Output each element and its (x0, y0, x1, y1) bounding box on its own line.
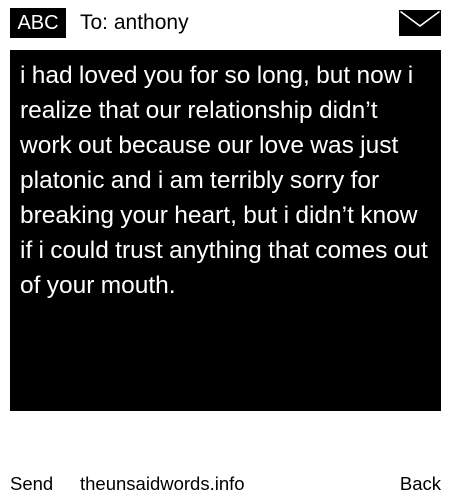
recipient-field[interactable]: To: anthony (80, 10, 189, 36)
input-mode-badge[interactable]: ABC (10, 8, 66, 38)
message-body[interactable]: i had loved you for so long, but now i r… (10, 50, 441, 411)
compose-header: ABC To: anthony (0, 0, 450, 44)
message-text: i had loved you for so long, but now i r… (20, 62, 428, 299)
envelope-icon (399, 10, 441, 36)
back-button[interactable]: Back (400, 473, 441, 495)
send-button[interactable]: Send (10, 473, 53, 495)
site-link[interactable]: theunsaidwords.info (80, 473, 245, 495)
